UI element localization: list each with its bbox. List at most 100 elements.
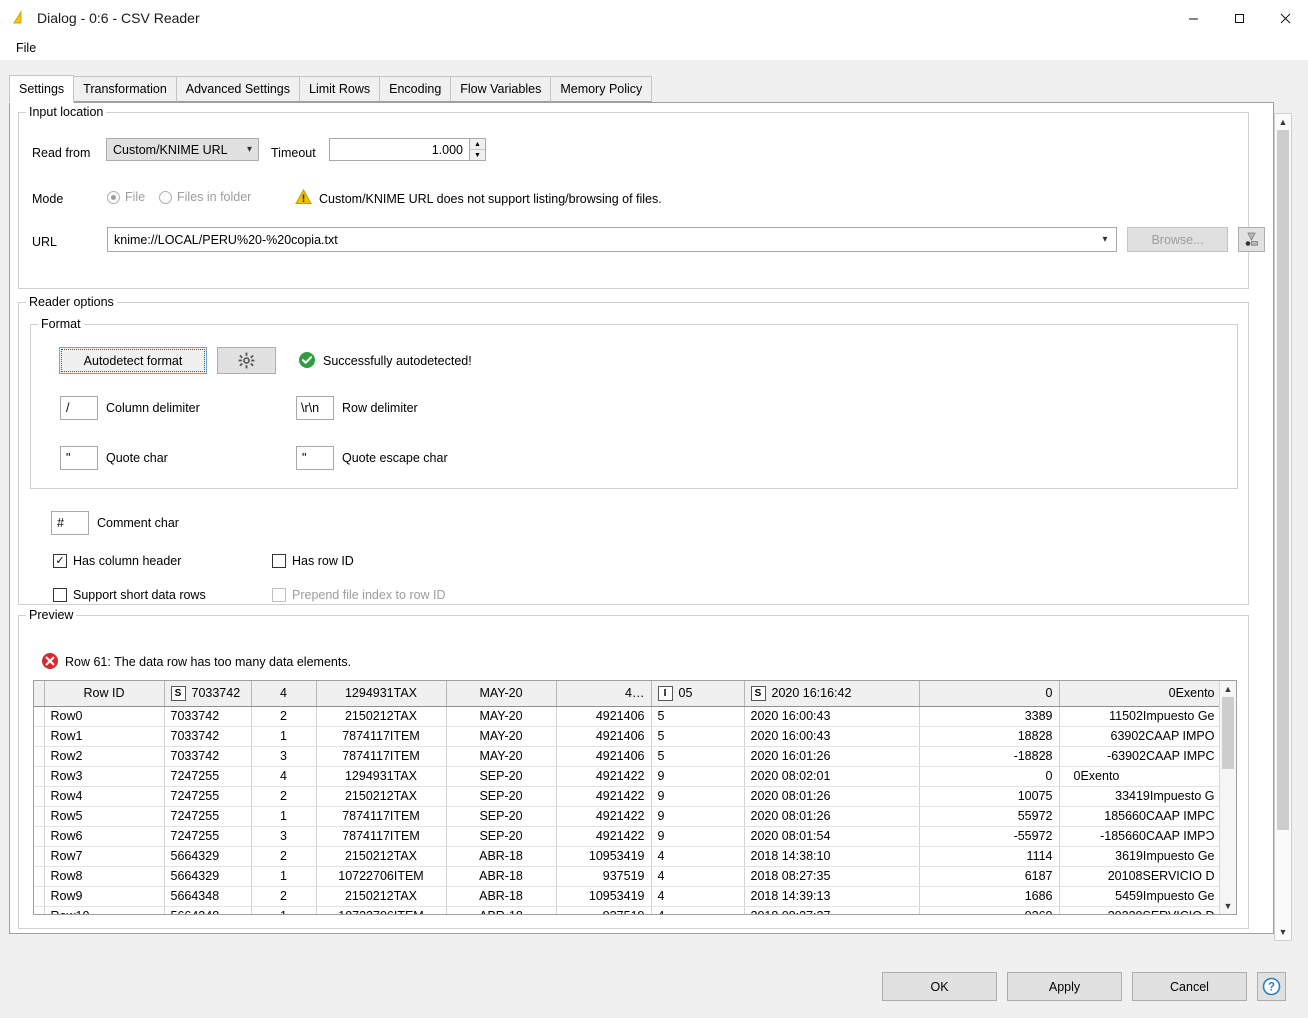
table-row[interactable]: Row1 7033742 1 7874117ITEM MAY-20 492140… (34, 726, 1219, 747)
menu-item-file[interactable]: File (10, 39, 42, 57)
cell: MAY-20 (446, 726, 557, 747)
help-button[interactable]: ? (1257, 972, 1286, 1001)
cell: 4 (651, 886, 745, 907)
dialog-scroll-track[interactable] (1275, 130, 1291, 924)
ok-button[interactable]: OK (882, 972, 997, 1001)
preview-scroll-track[interactable] (1220, 697, 1236, 898)
close-icon[interactable] (1262, 0, 1308, 36)
header-rowid[interactable]: Row ID (44, 681, 165, 707)
header-col-7[interactable]: 0 (919, 681, 1060, 707)
timeout-stepper-arrows[interactable]: ▲ ▼ (469, 138, 486, 161)
table-row[interactable]: Row4 7247255 2 2150212TAX SEP-20 4921422… (34, 786, 1219, 807)
row-delimiter-label: Row delimiter (342, 401, 418, 415)
table-row[interactable]: Row9 5664348 2 2150212TAX ABR-18 1095341… (34, 886, 1219, 907)
header-col-8[interactable]: 0Exento (1059, 681, 1219, 707)
preview-scroll-thumb[interactable] (1222, 697, 1234, 769)
table-row[interactable]: Row0 7033742 2 2150212TAX MAY-20 4921406… (34, 706, 1219, 727)
quote-escape-char-input[interactable]: " (296, 446, 334, 470)
tab-transformation[interactable]: Transformation (73, 76, 177, 102)
radio-mode-file[interactable]: File (107, 190, 145, 204)
flow-variable-button[interactable] (1238, 227, 1265, 252)
autodetect-format-button[interactable]: Autodetect format (59, 347, 207, 374)
checkbox-has-column-header[interactable]: ✓ Has column header (53, 554, 181, 568)
cell: ABR-18 (446, 906, 557, 914)
cell: 9 (651, 806, 745, 827)
cancel-button[interactable]: Cancel (1132, 972, 1247, 1001)
cell: 2 (251, 706, 317, 727)
checkbox-label-support-short-data-rows: Support short data rows (73, 588, 206, 602)
scroll-up-icon[interactable]: ▲ (1224, 681, 1233, 697)
header-col-2[interactable]: 1294931TAX (316, 681, 447, 707)
row-id-cell: Row0 (44, 706, 165, 727)
tab-advanced-settings[interactable]: Advanced Settings (175, 76, 301, 102)
header-col-1[interactable]: 4 (251, 681, 317, 707)
url-label: URL (32, 235, 58, 249)
scroll-down-icon[interactable]: ▼ (1224, 898, 1233, 914)
cell: 2018 14:39:13 (744, 886, 920, 907)
apply-button[interactable]: Apply (1007, 972, 1122, 1001)
url-chevron-down-icon[interactable]: ▾ (1094, 234, 1116, 245)
read-from-dropdown[interactable]: Custom/KNIME URL ▾ (106, 138, 259, 161)
preview-table-vertical-scrollbar[interactable]: ▲ ▼ (1219, 681, 1236, 914)
table-row[interactable]: Row8 5664329 1 10722706ITEM ABR-18 93751… (34, 866, 1219, 887)
header-col-6[interactable]: S 2020 16:16:42 (744, 681, 920, 707)
cell: 1 (251, 906, 317, 914)
dialog-scroll-thumb[interactable] (1277, 130, 1289, 830)
cell: 7033742 (164, 726, 252, 747)
header-col-3[interactable]: MAY-20 (446, 681, 557, 707)
timeout-spinner[interactable]: 1.000 ▲ ▼ (329, 138, 486, 161)
stepper-up-icon[interactable]: ▲ (470, 139, 485, 150)
row-delimiter-input[interactable]: \r\n (296, 396, 334, 420)
dialog-vertical-scrollbar[interactable]: ▲ ▼ (1274, 113, 1292, 941)
cell: 2020 16:00:43 (744, 726, 920, 747)
header-col-5[interactable]: I 05 (651, 681, 745, 707)
checkbox-support-short-data-rows[interactable]: Support short data rows (53, 588, 206, 602)
table-row[interactable]: Row5 7247255 1 7874117ITEM SEP-20 492142… (34, 806, 1219, 827)
timeout-value[interactable]: 1.000 (329, 138, 469, 161)
cell: 7247255 (164, 806, 252, 827)
minimize-icon[interactable] (1170, 0, 1216, 36)
header-col-4[interactable]: 4… (556, 681, 652, 707)
tab-settings[interactable]: Settings (9, 75, 75, 103)
checkbox-has-row-id[interactable]: Has row ID (272, 554, 354, 568)
comment-char-input[interactable]: # (51, 511, 89, 535)
cell: 2150212TAX (316, 786, 447, 807)
table-row[interactable]: Row3 7247255 4 1294931TAX SEP-20 4921422… (34, 766, 1219, 787)
cell: 1294931TAX (316, 766, 447, 787)
maximize-icon[interactable] (1216, 0, 1262, 36)
cell: 1686 (919, 886, 1060, 907)
url-combobox[interactable]: knime://LOCAL/PERU%20-%20copia.txt ▾ (107, 227, 1117, 252)
cell: 2020 16:01:26 (744, 746, 920, 767)
cell: 4921406 (556, 706, 652, 727)
tab-memory-policy[interactable]: Memory Policy (550, 76, 653, 102)
radio-mode-files-in-folder[interactable]: Files in folder (159, 190, 251, 204)
cell: 5664329 (164, 866, 252, 887)
quote-char-input[interactable]: " (60, 446, 98, 470)
dialog-scroll-down-icon[interactable]: ▼ (1279, 924, 1288, 940)
table-row[interactable]: Row10 5664348 1 10722706ITEM ABR-18 9375… (34, 906, 1219, 914)
quote-char-label: Quote char (106, 451, 168, 465)
cell: MAY-20 (446, 706, 557, 727)
table-row[interactable]: Row7 5664329 2 2150212TAX ABR-18 1095341… (34, 846, 1219, 867)
preview-table-viewport[interactable]: Row ID S 7033742 4 1294931TAX MAY-20 4… I… (34, 681, 1219, 914)
checkbox-prepend-file-index[interactable]: Prepend file index to row ID (272, 588, 446, 602)
column-delimiter-input[interactable]: / (60, 396, 98, 420)
tab-flow-variables[interactable]: Flow Variables (450, 76, 552, 102)
table-row[interactable]: Row2 7033742 3 7874117ITEM MAY-20 492140… (34, 746, 1219, 767)
cell: SEP-20 (446, 826, 557, 847)
stepper-down-icon[interactable]: ▼ (470, 150, 485, 160)
tab-limit-rows[interactable]: Limit Rows (299, 76, 381, 102)
url-input[interactable]: knime://LOCAL/PERU%20-%20copia.txt (108, 233, 1094, 247)
cell: 5 (651, 746, 745, 767)
header-col-0[interactable]: S 7033742 (164, 681, 252, 707)
cell: ABR-18 (446, 866, 557, 887)
cell: 4921406 (556, 726, 652, 747)
tab-encoding[interactable]: Encoding (379, 76, 452, 102)
table-row[interactable]: Row6 7247255 3 7874117ITEM SEP-20 492142… (34, 826, 1219, 847)
browse-button[interactable]: Browse... (1127, 227, 1228, 252)
cell: 3 (251, 826, 317, 847)
autodetect-settings-button[interactable] (217, 347, 276, 374)
checkbox-label-has-column-header: Has column header (73, 554, 182, 568)
dialog-scroll-up-icon[interactable]: ▲ (1279, 114, 1288, 130)
radio-mode-file-label: File (125, 190, 146, 204)
